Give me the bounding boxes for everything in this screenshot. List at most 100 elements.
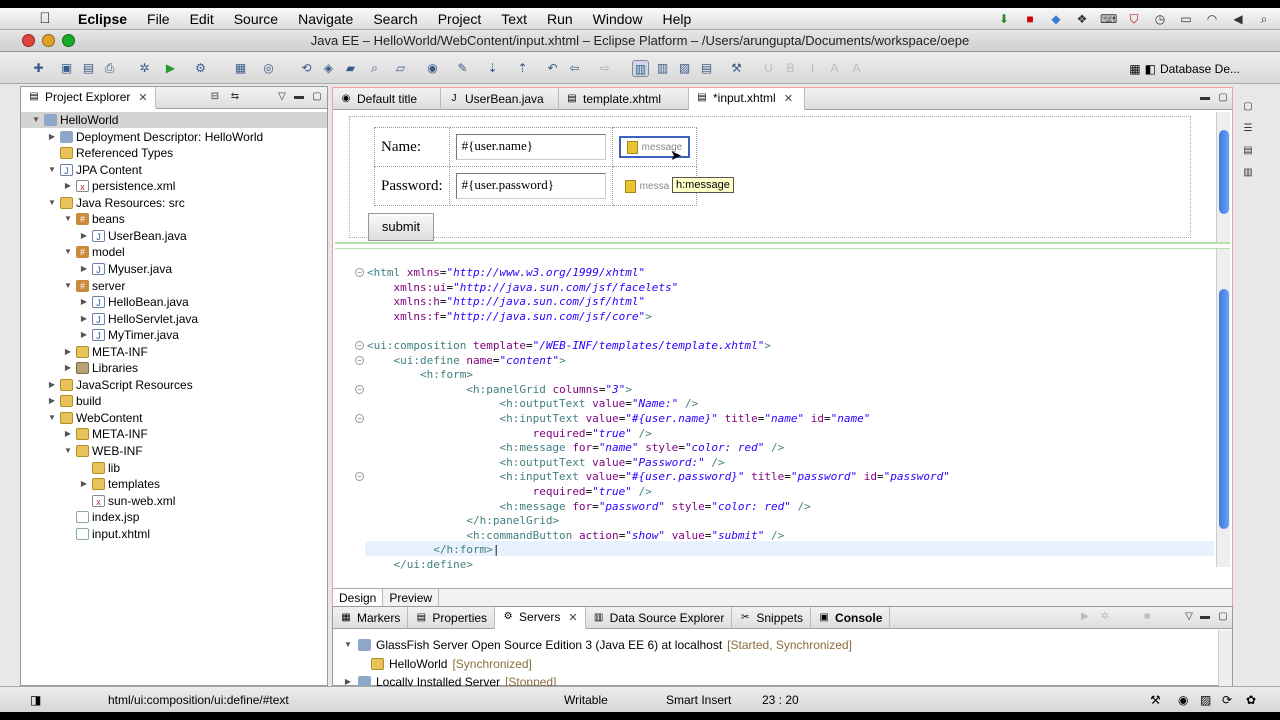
name-input[interactable]: #{user.name} bbox=[455, 134, 606, 160]
tab-bottom[interactable]: ▥ Data Source Explorer bbox=[586, 606, 733, 629]
collapsed-arrow-icon[interactable]: ▶ bbox=[63, 360, 73, 376]
collapsed-arrow-icon[interactable]: ▶ bbox=[79, 228, 89, 244]
menu-file[interactable]: File bbox=[137, 8, 180, 30]
view-menu-icon[interactable]: ▽ bbox=[276, 91, 288, 103]
tree-item[interactable]: ▶ J MyTimer.java bbox=[79, 327, 179, 343]
external-tools-icon[interactable]: ⚙ bbox=[192, 60, 209, 77]
apple-icon[interactable]:  bbox=[34, 10, 56, 27]
expanded-arrow-icon[interactable]: ▼ bbox=[343, 636, 353, 654]
debug-icon[interactable]: ✲ bbox=[136, 60, 153, 77]
source-view-icon[interactable]: ▨ bbox=[676, 60, 693, 77]
keyboard-icon[interactable]: ⌨ bbox=[1100, 12, 1117, 26]
tree-item[interactable]: ▶ Deployment Descriptor: HelloWorld bbox=[47, 129, 263, 145]
collapsed-arrow-icon[interactable]: ▶ bbox=[79, 294, 89, 310]
open-perspective-icon[interactable]: ▦ bbox=[1129, 62, 1140, 76]
tree-item[interactable]: x sun-web.xml bbox=[79, 493, 175, 509]
dropbox-icon[interactable]: ◆ bbox=[1048, 12, 1064, 26]
print-icon[interactable]: ⎙ bbox=[101, 60, 118, 77]
tree-item[interactable]: ▼ # model bbox=[63, 244, 125, 260]
vertical-layout-icon[interactable]: ▥ bbox=[654, 60, 671, 77]
new-web-icon[interactable]: ◎ bbox=[260, 60, 277, 77]
tree-item[interactable]: index.jsp bbox=[63, 509, 139, 525]
expanded-arrow-icon[interactable]: ▼ bbox=[47, 410, 57, 426]
debug-server-icon[interactable]: ✲ bbox=[1099, 611, 1111, 623]
palette-icon[interactable]: ▤ bbox=[1242, 145, 1254, 157]
tree-item[interactable]: Referenced Types bbox=[47, 145, 173, 161]
wand-icon[interactable]: ✎ bbox=[454, 60, 471, 77]
tab-editor[interactable]: ▤ template.xhtml bbox=[559, 87, 689, 110]
submit-button[interactable]: submit bbox=[368, 213, 434, 241]
run-icon[interactable]: ▶ bbox=[162, 60, 179, 77]
tree-item[interactable]: ▼ # beans bbox=[63, 211, 125, 227]
outline-icon[interactable]: ☰ bbox=[1242, 123, 1254, 135]
tab-bottom[interactable]: ▦ Markers bbox=[333, 606, 409, 629]
server-row[interactable]: HelloWorld [Synchronized] bbox=[371, 655, 532, 673]
open-folder-icon[interactable]: ▰ bbox=[342, 60, 359, 77]
last-edit-icon[interactable]: ↶ bbox=[544, 60, 561, 77]
collapsed-arrow-icon[interactable]: ▶ bbox=[63, 344, 73, 360]
tree-item[interactable]: ▶ x persistence.xml bbox=[63, 178, 175, 194]
collapsed-arrow-icon[interactable]: ▶ bbox=[47, 393, 57, 409]
collapsed-arrow-icon[interactable]: ▶ bbox=[79, 261, 89, 277]
collapsed-arrow-icon[interactable]: ▶ bbox=[79, 327, 89, 343]
tree-item[interactable]: ▶ J UserBean.java bbox=[79, 228, 187, 244]
fold-toggle-icon[interactable]: − bbox=[355, 384, 364, 394]
expanded-arrow-icon[interactable]: ▼ bbox=[63, 443, 73, 459]
next-annotation-icon[interactable]: ⇣ bbox=[484, 60, 501, 77]
tree-item[interactable]: ▼ HelloWorld bbox=[21, 112, 327, 128]
close-icon[interactable]: ✕ bbox=[784, 92, 793, 105]
minimize-icon[interactable]: ▬ bbox=[293, 91, 305, 103]
stop-server-icon[interactable]: ■ bbox=[1141, 611, 1153, 623]
tree-item[interactable]: ▶ META-INF bbox=[63, 426, 148, 442]
globe-icon[interactable]: ◉ bbox=[1178, 693, 1188, 707]
collapsed-arrow-icon[interactable]: ▶ bbox=[63, 178, 73, 194]
progress-icon[interactable]: ⚒ bbox=[1150, 693, 1161, 707]
tree-item[interactable]: ▼ # server bbox=[63, 278, 125, 294]
fold-toggle-icon[interactable]: − bbox=[355, 414, 364, 423]
expanded-arrow-icon[interactable]: ▼ bbox=[63, 211, 73, 227]
browser-icon[interactable]: ◉ bbox=[424, 60, 441, 77]
minimize-icon[interactable]: ▬ bbox=[1199, 611, 1211, 623]
design-view-icon[interactable]: ▤ bbox=[698, 60, 715, 77]
volume-icon[interactable]: ◀ bbox=[1230, 12, 1246, 26]
expanded-arrow-icon[interactable]: ▼ bbox=[47, 162, 57, 178]
palette-icon[interactable]: ✿ bbox=[1246, 693, 1256, 707]
menu-search[interactable]: Search bbox=[363, 8, 427, 30]
recording-icon[interactable]: ■ bbox=[1022, 12, 1038, 26]
view-menu-icon[interactable]: ▽ bbox=[1183, 611, 1195, 623]
gallery-icon[interactable]: ▨ bbox=[1200, 693, 1211, 707]
expanded-arrow-icon[interactable]: ▼ bbox=[63, 244, 73, 260]
wifi-icon[interactable]: ◠ bbox=[1204, 12, 1220, 26]
close-icon[interactable]: ✕ bbox=[138, 91, 147, 104]
split-layout-icon[interactable]: ▥ bbox=[632, 60, 649, 77]
collapsed-arrow-icon[interactable]: ▶ bbox=[79, 311, 89, 327]
design-scrollbar[interactable] bbox=[1216, 112, 1230, 242]
spotlight-icon[interactable]: ⌕ bbox=[1256, 12, 1272, 26]
expanded-arrow-icon[interactable]: ▼ bbox=[63, 278, 73, 294]
search-icon[interactable]: ⌕ bbox=[366, 60, 383, 77]
minimize-icon[interactable]: ▬ bbox=[1199, 92, 1211, 104]
tree-item[interactable]: input.xhtml bbox=[63, 526, 150, 542]
fold-toggle-icon[interactable]: − bbox=[355, 341, 364, 350]
format-icon[interactable]: ⚒ bbox=[728, 60, 745, 77]
fold-toggle-icon[interactable]: − bbox=[355, 472, 364, 482]
tree-item[interactable]: ▼ WEB-INF bbox=[63, 443, 143, 459]
fast-view-icon[interactable]: ◨ bbox=[30, 693, 41, 707]
tab-editor[interactable]: ▤ *input.xhtml ✕ bbox=[689, 87, 805, 110]
close-icon[interactable]: ✕ bbox=[568, 611, 577, 624]
server-row[interactable]: ▼ GlassFish Server Open Source Edition 3 … bbox=[343, 636, 852, 654]
password-message[interactable]: messa bbox=[619, 175, 675, 197]
menu-help[interactable]: Help bbox=[652, 8, 701, 30]
maximize-icon[interactable]: ▢ bbox=[1217, 611, 1229, 623]
password-input[interactable]: #{user.password} bbox=[455, 173, 606, 199]
save-all-icon[interactable]: ▤ bbox=[80, 60, 97, 77]
maximize-icon[interactable]: ▢ bbox=[311, 91, 323, 103]
new-icon[interactable]: ✚ bbox=[30, 60, 47, 77]
menu-edit[interactable]: Edit bbox=[180, 8, 224, 30]
tree-item[interactable]: lib bbox=[79, 460, 120, 476]
collapsed-arrow-icon[interactable]: ▶ bbox=[47, 129, 57, 145]
menu-source[interactable]: Source bbox=[224, 8, 288, 30]
menu-window[interactable]: Window bbox=[583, 8, 653, 30]
start-server-icon[interactable]: ▶ bbox=[1079, 611, 1091, 623]
source-scrollbar[interactable] bbox=[1216, 249, 1230, 567]
